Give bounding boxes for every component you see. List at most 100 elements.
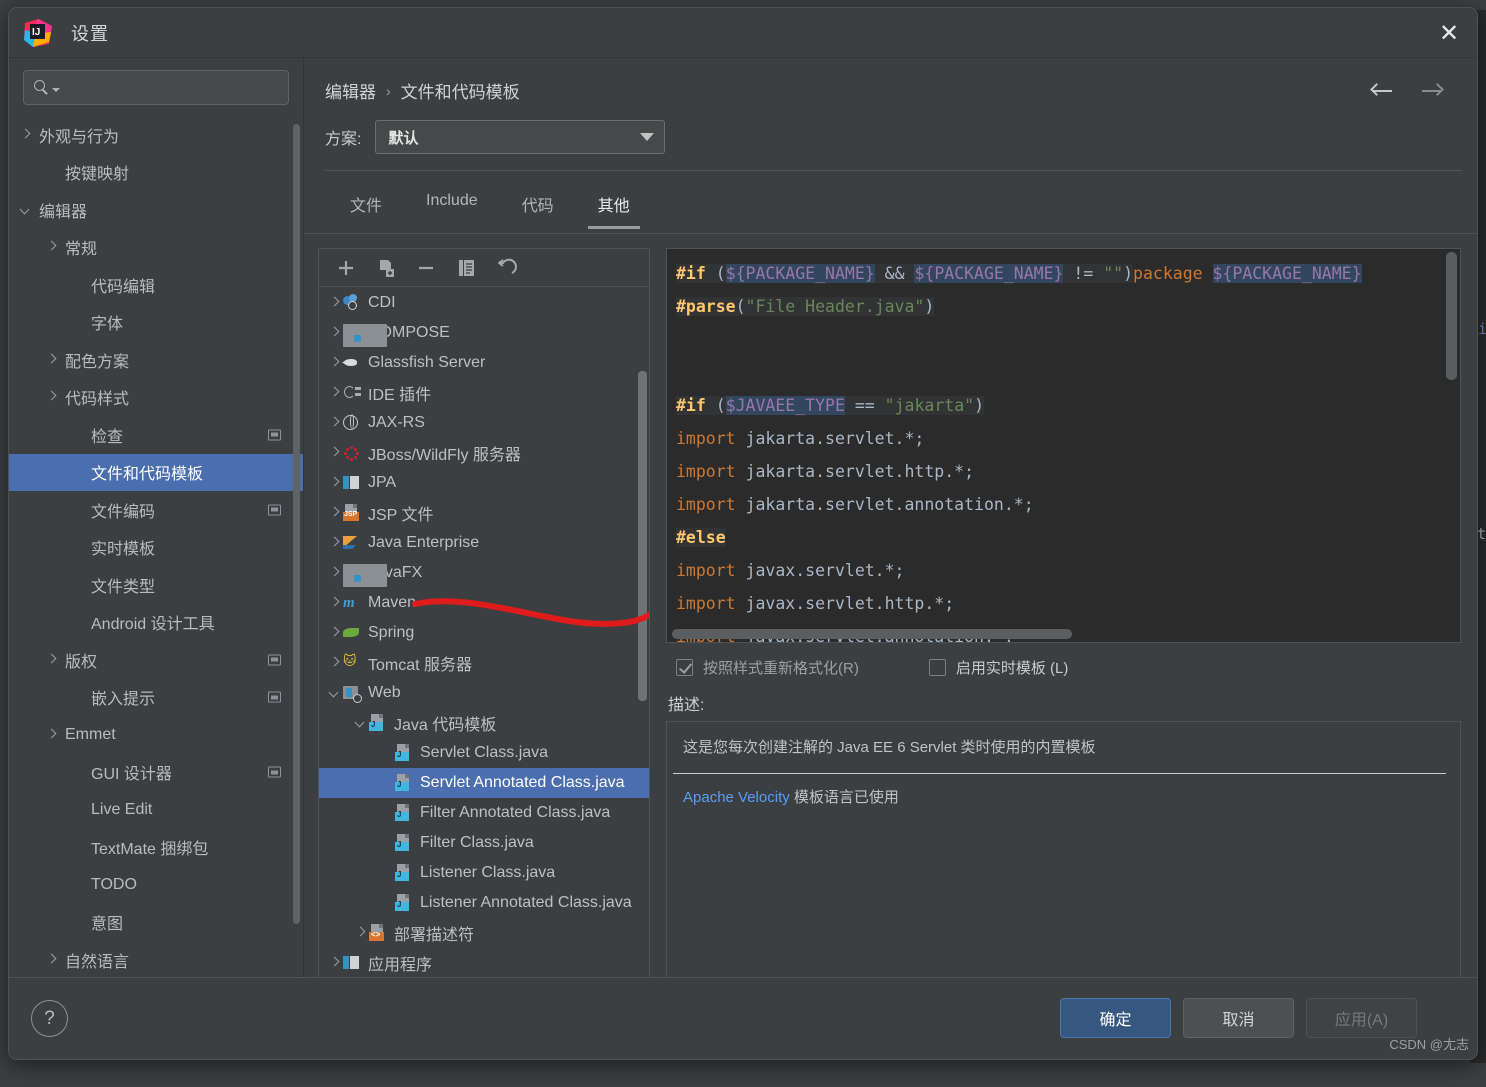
chevron-down-icon[interactable] bbox=[19, 203, 33, 217]
sidebar-item-19[interactable]: TextMate 捆绑包 bbox=[9, 829, 303, 867]
sidebar-item-7[interactable]: 代码样式 bbox=[9, 379, 303, 417]
chevron-right-icon[interactable] bbox=[327, 565, 343, 581]
chevron-right-icon[interactable] bbox=[327, 595, 343, 611]
sidebar-item-20[interactable]: TODO bbox=[9, 866, 303, 904]
template-tree-row[interactable]: 🐱 Tomcat 服务器 bbox=[319, 648, 649, 678]
sidebar-item-3[interactable]: 常规 bbox=[9, 229, 303, 267]
chevron-right-icon[interactable] bbox=[45, 728, 59, 742]
sidebar-item-9[interactable]: 文件和代码模板 bbox=[9, 453, 303, 491]
template-tree-row[interactable]: JavaFX bbox=[319, 558, 649, 588]
template-tree-row[interactable]: Filter Class.java bbox=[319, 828, 649, 858]
template-tree-vertical-scrollbar[interactable] bbox=[638, 371, 647, 701]
template-tree-row[interactable]: IDE 插件 bbox=[319, 378, 649, 408]
template-code-editor[interactable]: #if (${PACKAGE_NAME} && ${PACKAGE_NAME} … bbox=[666, 248, 1461, 643]
back-arrow-icon[interactable] bbox=[1369, 80, 1395, 102]
sidebar-item-11[interactable]: 实时模板 bbox=[9, 529, 303, 567]
chevron-right-icon[interactable] bbox=[327, 415, 343, 431]
template-tree-row[interactable]: COMPOSE bbox=[319, 318, 649, 348]
chevron-right-icon[interactable] bbox=[45, 240, 59, 254]
chevron-right-icon[interactable] bbox=[327, 355, 343, 371]
tab-0[interactable]: 文件 bbox=[328, 182, 404, 229]
sidebar-item-8[interactable]: 检查 bbox=[9, 416, 303, 454]
chevron-right-icon[interactable] bbox=[327, 325, 343, 341]
copy-file-icon[interactable] bbox=[375, 257, 397, 279]
scheme-dropdown[interactable]: 默认 bbox=[375, 120, 666, 154]
help-icon[interactable]: ? bbox=[31, 1000, 68, 1037]
search-filter-chevron-icon[interactable] bbox=[52, 87, 60, 92]
template-tree-row[interactable]: m Maven bbox=[319, 588, 649, 618]
sidebar-item-14[interactable]: 版权 bbox=[9, 641, 303, 679]
close-icon[interactable]: ✕ bbox=[1421, 8, 1477, 58]
sidebar-item-15[interactable]: 嵌入提示 bbox=[9, 679, 303, 717]
template-tree-row[interactable]: JAX-RS bbox=[319, 408, 649, 438]
template-tree-row[interactable]: Web bbox=[319, 678, 649, 708]
template-tree-row[interactable]: Java Enterprise bbox=[319, 528, 649, 558]
template-tree-row[interactable]: Spring bbox=[319, 618, 649, 648]
tab-3[interactable]: 其他 bbox=[576, 182, 652, 229]
sidebar-scrollbar[interactable] bbox=[293, 124, 300, 924]
template-tree-items[interactable]: CDI COMPOSE Glassfish Server IDE 插件 JAX-RS JB… bbox=[319, 288, 649, 976]
template-tree-row[interactable]: Servlet Class.java bbox=[319, 738, 649, 768]
template-tree-row[interactable]: CDI bbox=[319, 288, 649, 318]
template-tree-row[interactable]: JSP 文件 bbox=[319, 498, 649, 528]
code-editor-vertical-scrollbar[interactable] bbox=[1446, 252, 1457, 380]
reset-icon[interactable] bbox=[495, 257, 517, 279]
sidebar-item-6[interactable]: 配色方案 bbox=[9, 341, 303, 379]
chevron-right-icon[interactable] bbox=[327, 505, 343, 521]
duplicate-icon[interactable] bbox=[455, 257, 477, 279]
chevron-right-icon[interactable] bbox=[45, 953, 59, 967]
chevron-right-icon[interactable] bbox=[19, 128, 33, 142]
template-tree-row[interactable]: 部署描述符 bbox=[319, 918, 649, 948]
sidebar-item-2[interactable]: 编辑器 bbox=[9, 191, 303, 229]
chevron-right-icon[interactable] bbox=[353, 925, 369, 941]
sidebar-item-17[interactable]: GUI 设计器 bbox=[9, 754, 303, 792]
template-tree-row[interactable]: Java 代码模板 bbox=[319, 708, 649, 738]
chevron-right-icon[interactable] bbox=[45, 353, 59, 367]
search-input[interactable] bbox=[60, 79, 288, 96]
chevron-right-icon[interactable] bbox=[327, 535, 343, 551]
chevron-right-icon[interactable] bbox=[327, 955, 343, 971]
breadcrumb-parent[interactable]: 编辑器 bbox=[325, 78, 376, 103]
chevron-right-icon[interactable] bbox=[45, 390, 59, 404]
template-tree-row-selected[interactable]: Servlet Annotated Class.java bbox=[319, 768, 649, 798]
template-tree-row[interactable]: Filter Annotated Class.java bbox=[319, 798, 649, 828]
chevron-right-icon[interactable] bbox=[327, 445, 343, 461]
template-tree-row[interactable]: Glassfish Server bbox=[319, 348, 649, 378]
reformat-checkbox[interactable]: 按照样式重新格式化(R) bbox=[676, 657, 859, 678]
template-tree-row[interactable]: 应用程序 bbox=[319, 948, 649, 976]
tab-2[interactable]: 代码 bbox=[500, 182, 576, 229]
chevron-right-icon[interactable] bbox=[327, 625, 343, 641]
sidebar-item-16[interactable]: Emmet bbox=[9, 716, 303, 754]
settings-nav-tree[interactable]: 外观与行为 按键映射 编辑器 常规 代码编辑 字体 配色方案 代码样式 检查 文件和代码模板 文件编… bbox=[9, 116, 303, 1011]
code-editor-horizontal-scrollbar[interactable] bbox=[672, 629, 1072, 639]
chevron-right-icon[interactable] bbox=[327, 295, 343, 311]
forward-arrow-icon[interactable] bbox=[1419, 80, 1445, 102]
sidebar-item-18[interactable]: Live Edit bbox=[9, 791, 303, 829]
sidebar-item-12[interactable]: 文件类型 bbox=[9, 566, 303, 604]
chevron-right-icon[interactable] bbox=[327, 385, 343, 401]
sidebar-item-13[interactable]: Android 设计工具 bbox=[9, 604, 303, 642]
cancel-button[interactable]: 取消 bbox=[1183, 998, 1294, 1038]
tab-1[interactable]: Include bbox=[404, 182, 500, 229]
apache-velocity-link[interactable]: Apache Velocity bbox=[683, 789, 790, 806]
template-tree-row[interactable]: Listener Class.java bbox=[319, 858, 649, 888]
sidebar-item-21[interactable]: 意图 bbox=[9, 904, 303, 942]
template-tree-row[interactable]: JPA bbox=[319, 468, 649, 498]
sidebar-item-4[interactable]: 代码编辑 bbox=[9, 266, 303, 304]
ok-button[interactable]: 确定 bbox=[1060, 998, 1171, 1038]
live-template-checkbox[interactable]: 启用实时模板 (L) bbox=[928, 657, 1068, 678]
sidebar-item-22[interactable]: 自然语言 bbox=[9, 941, 303, 979]
chevron-right-icon[interactable] bbox=[45, 653, 59, 667]
sidebar-item-0[interactable]: 外观与行为 bbox=[9, 116, 303, 154]
chevron-down-icon[interactable] bbox=[327, 685, 343, 701]
sidebar-item-10[interactable]: 文件编码 bbox=[9, 491, 303, 529]
sidebar-item-5[interactable]: 字体 bbox=[9, 304, 303, 342]
chevron-right-icon[interactable] bbox=[327, 655, 343, 671]
chevron-down-icon[interactable] bbox=[353, 715, 369, 731]
remove-icon[interactable] bbox=[415, 257, 437, 279]
sidebar-item-1[interactable]: 按键映射 bbox=[9, 154, 303, 192]
add-icon[interactable] bbox=[335, 257, 357, 279]
chevron-right-icon[interactable] bbox=[327, 475, 343, 491]
template-tree-row[interactable]: Listener Annotated Class.java bbox=[319, 888, 649, 918]
search-box[interactable] bbox=[23, 70, 289, 105]
